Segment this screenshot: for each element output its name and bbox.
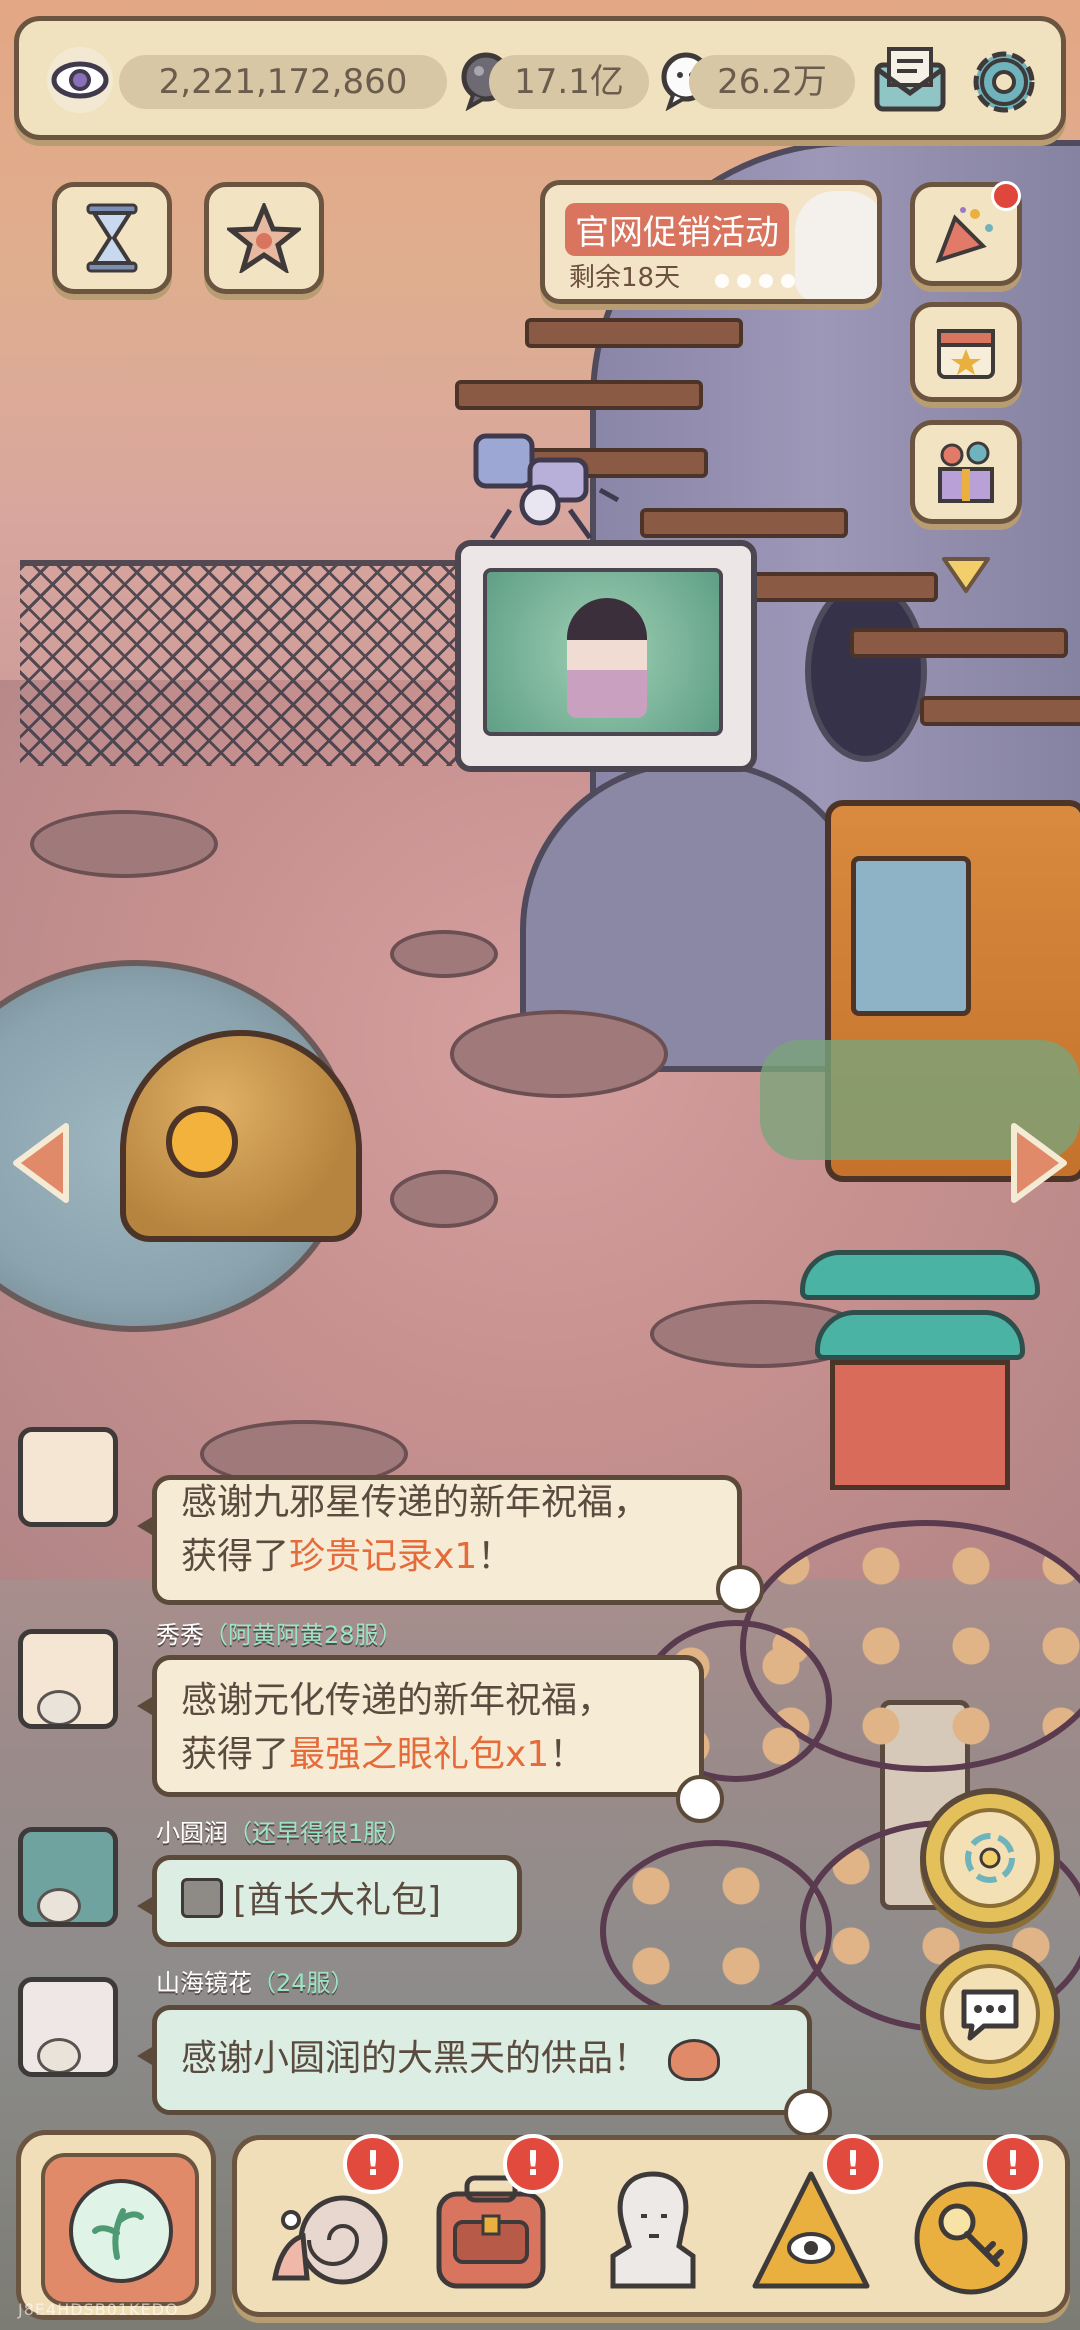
right-arrow-icon[interactable] [1008,1120,1072,1206]
avatar[interactable] [18,1977,118,2077]
bubble-line: 感谢小圆润的大黑天的供品！ [181,2038,650,2079]
nav-key[interactable]: ! [901,2134,1043,2300]
pagoda-roof [800,1250,1040,1300]
party-popper-icon [935,207,993,264]
currency-2: 26.2万 [689,55,855,109]
nav-statue[interactable] [583,2160,723,2300]
hourglass-icon [86,203,138,273]
bottom-nav: ! ! ! ! [232,2134,1070,2317]
promo-banner[interactable]: 官网促销活动 剩余18天 [540,180,882,304]
girl-portrait [567,598,647,718]
nav-backpack[interactable]: ! [421,2134,563,2300]
fox-mascot [795,191,877,299]
nav-snail[interactable]: ! [261,2134,403,2300]
gear-icon[interactable] [965,43,1043,121]
swirl-button[interactable] [920,1788,1060,1928]
pagoda-shop[interactable] [800,1240,1040,1490]
chat-feed[interactable]: 感谢九邪星传递的新年祝福， 获得了珍贵记录x1！ 秀秀（阿黄阿黄28服） 感谢元… [0,1427,832,2137]
tv-monitor[interactable] [455,540,757,772]
star-icon [227,203,301,273]
statue-icon [610,2171,696,2289]
eye-icon [37,1690,81,1724]
chat-icon [961,1989,1019,2041]
vending-window [851,856,971,1016]
username: 山海镜花（24服） [156,1969,355,1997]
alert-badge: ! [503,2134,563,2194]
promo-pager [715,273,803,292]
chat-bubble: 感谢九邪星传递的新年祝福， 获得了珍贵记录x1！ [137,1475,742,1605]
plant-orb-icon [69,2179,173,2283]
avatar [18,1427,118,1527]
chat-tag-icon [676,1775,724,1823]
notification-dot [991,181,1021,211]
reward-item: 最强之眼礼包x1 [289,1734,550,1775]
server-name: （24服） [252,1969,355,1997]
left-arrow-icon[interactable] [8,1120,72,1206]
pagoda-body [830,1360,1010,1490]
gift-button[interactable] [910,420,1022,524]
nav-pyramid[interactable]: ! [741,2134,883,2300]
server-name: （还早得很1服） [228,1819,412,1847]
currency-1: 17.1亿 [489,55,649,109]
chat-tag-icon [716,1565,764,1613]
chat-bubble: 感谢元化传递的新年祝福， 获得了最强之眼礼包x1！ [137,1655,704,1797]
drone-robot[interactable] [470,430,620,540]
plank [525,318,743,348]
swirl-icon [965,1833,1015,1883]
bubble-line: 获得了最强之眼礼包x1！ [181,1734,586,1775]
alert-badge: ! [823,2134,883,2194]
server-name: （阿黄阿黄28服） [204,1621,403,1649]
promo-title: 官网促销活动 [565,203,789,256]
tv-screen [483,568,723,736]
event-button[interactable] [910,181,1022,286]
eye-icon [37,2038,81,2072]
alert-badge: ! [983,2134,1043,2194]
hourglass-button[interactable] [52,182,172,294]
bubble-line: 感谢九邪星传递的新年祝福， [181,1482,650,1523]
username: 小圆润（还早得很1服） [156,1819,412,1847]
home-button[interactable] [16,2130,216,2320]
resource-bar: 2,221,172,860 17.1亿 26.2万 [14,16,1066,140]
stepping-stone [450,1010,668,1098]
bubble-line: 感谢元化传递的新年祝福， [181,1680,614,1721]
avatar[interactable] [18,1629,118,1729]
calendar-button[interactable] [910,302,1022,402]
stepping-stone [390,1170,498,1228]
plank [850,628,1068,658]
username: 秀秀（阿黄阿黄28服） [156,1621,403,1649]
chain-fence [20,560,470,766]
chat-button[interactable] [920,1944,1060,2084]
eye-icon [37,1888,81,1922]
watermark: J8E4HDSB01KEDO [18,2300,179,2319]
plank [920,696,1080,726]
stepping-stone [390,930,498,978]
crab-emoji-icon [668,2039,721,2081]
chat-bubble: 感谢小圆润的大黑天的供品！ [137,2005,812,2115]
mail-icon[interactable] [871,45,949,115]
pagoda-roof [815,1310,1025,1360]
plank [740,572,938,602]
gift-pack-icon [181,1878,223,1918]
promo-remaining: 剩余18天 [569,263,681,293]
chevron-down-icon[interactable] [940,555,992,595]
eye-icon [47,47,113,113]
gift-icon [938,441,994,503]
reward-item: 珍贵记录x1 [289,1536,478,1577]
avatar[interactable] [18,1827,118,1927]
plank [640,508,848,538]
bubble-line: 获得了珍贵记录x1！ [181,1536,514,1577]
plank [455,380,703,410]
pillar-hole [805,580,927,762]
star-button[interactable] [204,182,324,294]
eye-count: 2,221,172,860 [119,55,447,109]
chat-tag-icon [784,2089,832,2137]
calendar-icon [937,329,995,379]
alert-badge: ! [343,2134,403,2194]
stepping-stone [30,810,218,878]
robot-eye [166,1106,238,1178]
chat-bubble[interactable]: [酋长大礼包] [137,1855,522,1947]
gift-pack-label: [酋长大礼包] [233,1880,442,1921]
